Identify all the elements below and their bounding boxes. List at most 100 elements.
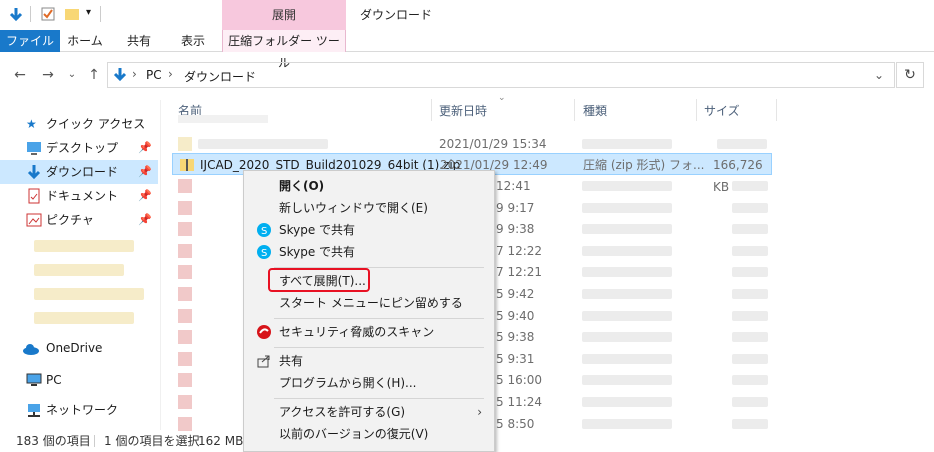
breadcrumb-separator-icon[interactable]: ›: [168, 67, 173, 81]
nav-onedrive[interactable]: OneDrive: [0, 336, 158, 360]
chevron-down-icon[interactable]: ⌄: [874, 68, 884, 82]
customize-quick-access-icon[interactable]: ▾: [86, 7, 91, 18]
pane-divider: [160, 100, 161, 430]
menu-item-skype-share[interactable]: S Skype で共有: [244, 219, 494, 241]
column-header-type[interactable]: 種類: [583, 101, 607, 121]
tab-share[interactable]: 共有: [113, 30, 165, 52]
menu-label: 共有: [279, 354, 304, 368]
file-date: 5 16:00: [496, 373, 543, 388]
menu-item-skype-share[interactable]: S Skype で共有: [244, 241, 494, 263]
nav-pc[interactable]: PC: [0, 368, 158, 392]
blurred-file-icon: [178, 416, 192, 431]
nav-pictures[interactable]: ピクチャ 📌: [0, 208, 158, 232]
forward-arrow-icon[interactable]: →: [38, 62, 58, 88]
tab-file[interactable]: ファイル: [0, 30, 60, 52]
share-icon: [256, 353, 272, 369]
selected-count: 1 個の項目を選択: [104, 434, 200, 448]
down-arrow-icon[interactable]: [8, 6, 24, 22]
nav-downloads[interactable]: ダウンロード 📌: [0, 160, 158, 184]
nav-label: ピクチャ: [46, 213, 94, 227]
nav-label: ダウンロード: [46, 165, 119, 179]
blurred-text: [582, 181, 672, 191]
nav-network[interactable]: ネットワーク: [0, 398, 158, 422]
new-folder-icon[interactable]: [64, 6, 80, 22]
blurred-text: [582, 224, 672, 235]
svg-text:S: S: [261, 248, 267, 259]
context-tab-header-extract[interactable]: 展開: [222, 0, 346, 30]
divider: [100, 6, 101, 22]
column-separator[interactable]: [776, 99, 777, 121]
breadcrumb-separator-icon[interactable]: ›: [132, 67, 137, 81]
blurred-text: [582, 139, 672, 149]
svg-text:S: S: [261, 226, 267, 237]
window-title: ダウンロード: [360, 8, 433, 22]
nav-quick-access[interactable]: ★ クイック アクセス: [0, 112, 158, 136]
blurred-text: [732, 224, 768, 235]
pin-icon: 📌: [138, 213, 152, 226]
blurred-text: [732, 181, 768, 191]
status-bar: 183 個の項目 1 個の項目を選択 162 MB: [0, 430, 934, 452]
file-date: 7 12:22: [496, 243, 543, 258]
blurred-text: [582, 202, 672, 213]
menu-label: アクセスを許可する(G): [279, 405, 406, 419]
blurred-text: [732, 202, 768, 213]
menu-item-open[interactable]: 開く(O): [244, 175, 494, 197]
address-bar[interactable]: › PC › ダウンロード ⌄: [107, 62, 895, 88]
highlight-box: [268, 268, 370, 292]
context-menu: 開く(O) 新しいウィンドウで開く(E) S Skype で共有 S Skype…: [243, 170, 495, 452]
file-date: 9 9:17: [496, 200, 535, 215]
blurred-text: [582, 310, 672, 321]
blurred-folder: [34, 312, 134, 324]
column-separator[interactable]: [696, 99, 697, 121]
refresh-button[interactable]: ↻: [896, 62, 924, 88]
computer-icon: [26, 372, 42, 388]
column-header-date[interactable]: 更新日時: [439, 101, 487, 121]
blurred-text: [582, 332, 672, 343]
star-icon: ★: [26, 117, 37, 131]
blurred-file-icon: [178, 222, 192, 237]
sort-chevron-icon: ⌄: [498, 93, 506, 103]
tab-home[interactable]: ホーム: [60, 30, 110, 52]
column-separator[interactable]: [574, 99, 575, 121]
skype-icon: S: [256, 244, 272, 260]
blurred-file-icon: [178, 200, 192, 215]
breadcrumb-downloads[interactable]: ダウンロード: [184, 68, 256, 85]
blurred-text: [732, 267, 768, 278]
recent-locations-icon[interactable]: ⌄: [62, 62, 82, 88]
blurred-text: [582, 397, 672, 407]
nav-label: ドキュメント: [46, 189, 119, 203]
nav-documents[interactable]: ドキュメント 📌: [0, 184, 158, 208]
nav-desktop[interactable]: デスクトップ 📌: [0, 136, 158, 160]
blurred-text: [582, 289, 672, 299]
column-header-size[interactable]: サイズ: [704, 101, 740, 121]
column-separator[interactable]: [431, 99, 432, 121]
menu-item-security-scan[interactable]: セキュリティ脅威のスキャン: [244, 321, 494, 343]
table-row[interactable]: 2021/01/29 15:34: [172, 133, 772, 155]
blurred-text: [198, 139, 328, 149]
menu-item-give-access[interactable]: アクセスを許可する(G) ›: [244, 401, 494, 423]
file-date: 5 11:24: [496, 395, 543, 409]
blurred-file-icon: [178, 395, 192, 409]
back-arrow-icon[interactable]: ←: [10, 62, 30, 88]
up-arrow-icon[interactable]: ↑: [84, 62, 104, 88]
blurred-text: [582, 353, 672, 364]
breadcrumb-pc[interactable]: PC: [146, 68, 162, 82]
tab-view[interactable]: 表示: [168, 30, 218, 52]
ribbon-tabs: ファイル ホーム 共有 表示 圧縮フォルダー ツール: [0, 30, 934, 70]
menu-separator: [274, 318, 484, 319]
blurred-text: [582, 245, 672, 256]
nav-label: クイック アクセス: [46, 117, 146, 131]
file-type: 圧縮 (zip 形式) フォ...: [583, 158, 705, 172]
properties-icon[interactable]: [40, 6, 56, 22]
menu-item-share[interactable]: 共有: [244, 350, 494, 372]
blurred-file-icon: [178, 330, 192, 345]
menu-item-open-with[interactable]: プログラムから開く(H)...: [244, 372, 494, 394]
menu-label: 新しいウィンドウで開く(E): [279, 201, 428, 215]
menu-item-open-new-window[interactable]: 新しいウィンドウで開く(E): [244, 197, 494, 219]
blurred-file-icon: [178, 243, 192, 258]
menu-label: Skype で共有: [279, 223, 356, 237]
menu-item-pin-start[interactable]: スタート メニューにピン留めする: [244, 292, 494, 314]
tab-compressed-folder-tools[interactable]: 圧縮フォルダー ツール: [222, 30, 346, 70]
navigation-pane: ★ クイック アクセス デスクトップ 📌 ダウンロード 📌 ドキュメント 📌 ピ…: [0, 100, 160, 430]
item-count: 183 個の項目: [16, 434, 91, 448]
